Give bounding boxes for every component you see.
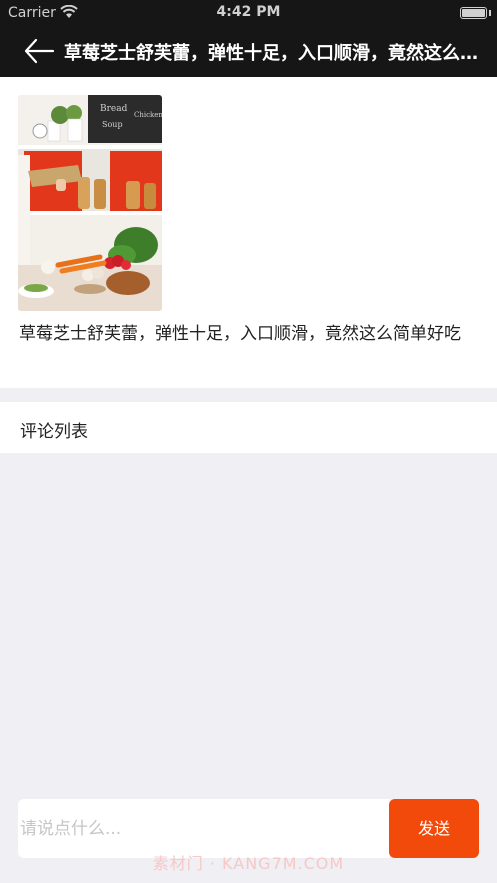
comments-header-label: 评论列表 bbox=[20, 422, 88, 442]
svg-text:Chicken: Chicken bbox=[134, 111, 162, 119]
watermark: 素材门 · KANG7M.COM bbox=[152, 854, 345, 873]
battery-fill bbox=[462, 9, 485, 17]
svg-text:Bread: Bread bbox=[100, 104, 128, 114]
status-bar: Carrier 4:42 PM bbox=[0, 0, 497, 26]
nav-bar: 草莓芝士舒芙蕾，弹性十足，入口顺滑，竟然这么简单好吃 bbox=[0, 26, 497, 77]
svg-text:Soup: Soup bbox=[102, 120, 123, 129]
battery-tip bbox=[489, 10, 491, 16]
status-time: 4:42 PM bbox=[216, 4, 281, 20]
comments-section-header: 评论列表 bbox=[0, 402, 497, 453]
article-caption: 草莓芝士舒芙蕾，弹性十足，入口顺滑，竟然这么简单好吃 bbox=[19, 324, 461, 344]
back-arrow-icon[interactable] bbox=[22, 36, 56, 66]
article-card: Bread Soup Chicken 草莓芝士舒芙蕾，弹性十足，入口顺滑，竟然这… bbox=[0, 77, 497, 388]
article-photo[interactable]: Bread Soup Chicken bbox=[18, 95, 162, 311]
battery-icon bbox=[460, 7, 487, 19]
page-title: 草莓芝士舒芙蕾，弹性十足，入口顺滑，竟然这么简单好吃 bbox=[64, 43, 484, 64]
